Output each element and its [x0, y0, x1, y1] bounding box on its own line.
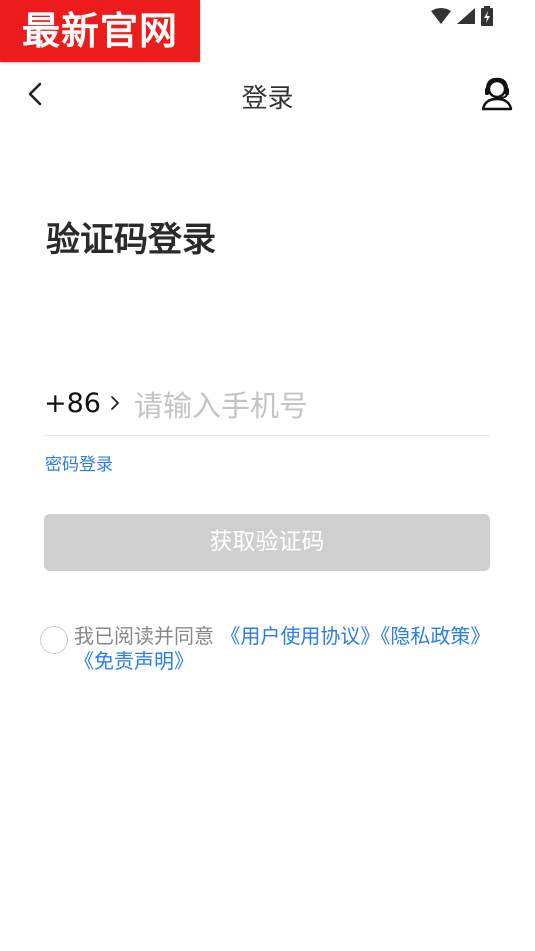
customer-service-icon	[481, 77, 513, 111]
get-verification-code-button[interactable]: 获取验证码	[44, 514, 490, 571]
password-login-link[interactable]: 密码登录	[45, 450, 113, 475]
page-title: 登录	[241, 84, 294, 114]
agreement-checkbox[interactable]	[40, 626, 68, 654]
privacy-policy-link[interactable]: 《隐私政策》	[380, 624, 490, 648]
status-icons	[431, 6, 493, 26]
chevron-right-icon[interactable]	[108, 394, 122, 412]
status-bar	[0, 0, 535, 32]
user-agreement-link[interactable]: 《用户使用协议》	[220, 624, 380, 648]
login-heading: 验证码登录	[46, 220, 216, 260]
phone-input[interactable]	[134, 384, 484, 428]
customer-service-button[interactable]	[479, 76, 515, 112]
wifi-icon	[431, 8, 451, 24]
agreement-text: 我已阅读并同意 《用户使用协议》《隐私政策》《免责声明》	[74, 624, 504, 674]
disclaimer-link[interactable]: 《免责声明》	[74, 649, 194, 673]
phone-row: +86	[44, 380, 490, 436]
country-code-selector[interactable]: +86	[44, 388, 101, 419]
cell-signal-icon	[457, 8, 475, 24]
battery-icon	[481, 6, 493, 26]
nav-bar: 登录	[0, 66, 535, 124]
agreement-prefix: 我已阅读并同意	[74, 624, 214, 648]
